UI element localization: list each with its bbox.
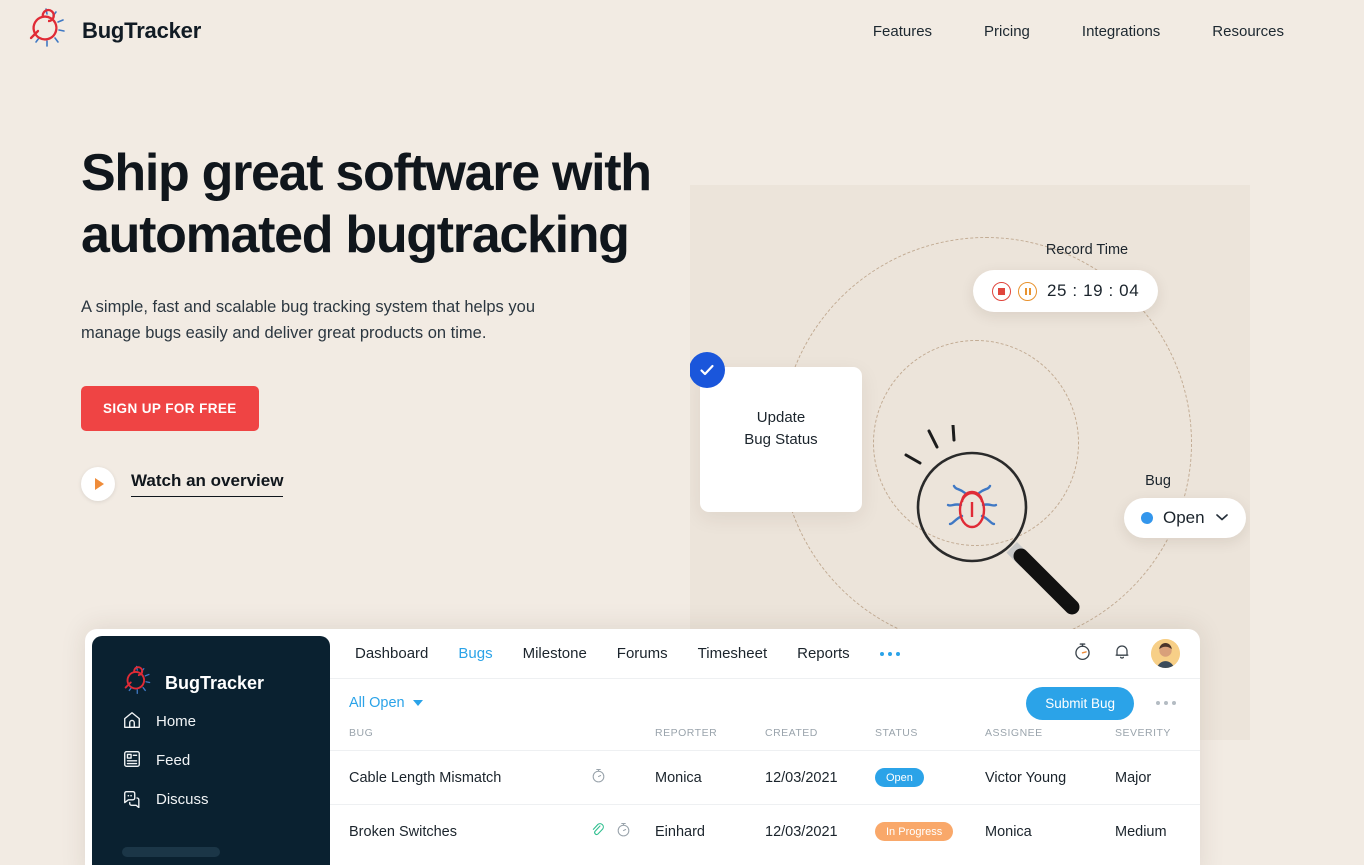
timer-value: 25 : 19 : 04 [1047, 281, 1140, 300]
sidebar-item-discuss[interactable]: Discuss [122, 780, 330, 819]
sidebar-brand-name: BugTracker [165, 673, 265, 693]
update-card-line1: Update [756, 409, 806, 426]
hero-section: Ship great software with automated bugtr… [81, 142, 701, 501]
pause-icon[interactable] [1018, 281, 1037, 301]
sidebar-item-feed[interactable]: Feed [122, 741, 330, 780]
record-time-label: Record Time [1045, 242, 1129, 258]
column-header-assignee: ASSIGNEE [985, 727, 1043, 739]
bug-status-dropdown[interactable]: Open [1124, 498, 1246, 538]
filter-label: All Open [349, 695, 405, 711]
column-header-created: CREATED [765, 727, 818, 739]
bell-icon[interactable] [1112, 641, 1132, 666]
sidebar-placeholder [122, 847, 220, 857]
cell-created: 12/03/2021 [765, 804, 875, 858]
cell-severity: Medium [1115, 804, 1200, 858]
more-options-icon[interactable] [1156, 701, 1176, 705]
bug-logo-icon [122, 665, 154, 702]
home-icon [122, 710, 142, 734]
cell-assignee: Victor Young [985, 750, 1115, 805]
caret-down-icon [412, 700, 423, 706]
record-timer-pill: 25 : 19 : 04 [973, 270, 1159, 312]
hero-subtitle: A simple, fast and scalable bug tracking… [81, 298, 535, 342]
sidebar-item-label: Discuss [156, 791, 209, 808]
play-icon[interactable] [81, 467, 115, 501]
cell-bug: Broken Switches [330, 804, 590, 858]
bug-table: BUG REPORTER CREATED STATUS ASSIGNEE SEV… [330, 727, 1200, 858]
hero-title-line2: automated bugtracking [81, 206, 630, 264]
cell-bug: Cable Length Mismatch [330, 750, 590, 805]
cell-severity: Major [1115, 750, 1200, 805]
brand-logo[interactable]: BugTracker [26, 7, 201, 56]
site-header: BugTracker Features Pricing Integrations… [0, 0, 1364, 62]
status-dot-icon [1141, 512, 1153, 524]
tab-dashboard[interactable]: Dashboard [355, 645, 428, 662]
timer-icon[interactable] [590, 767, 607, 788]
feed-icon [122, 749, 142, 773]
app-tab-bar: Dashboard Bugs Milestone Forums Timeshee… [330, 629, 1200, 679]
nav-item-features[interactable]: Features [873, 23, 932, 40]
tab-milestone[interactable]: Milestone [523, 645, 587, 662]
column-header-bug: BUG [349, 727, 374, 739]
discuss-icon [122, 788, 142, 812]
column-header-severity: SEVERITY [1115, 727, 1171, 739]
main-nav: Features Pricing Integrations Resources [873, 23, 1284, 40]
table-header-row: BUG REPORTER CREATED STATUS ASSIGNEE SEV… [330, 727, 1200, 751]
tab-timesheet[interactable]: Timesheet [698, 645, 767, 662]
brand-name: BugTracker [82, 18, 202, 43]
cell-assignee: Monica [985, 804, 1115, 858]
nav-item-pricing[interactable]: Pricing [984, 23, 1030, 40]
column-header-reporter: REPORTER [655, 727, 718, 739]
app-mockup: BugTracker Home Feed Discuss Dashboard B… [85, 629, 1200, 865]
sidebar-item-home[interactable]: Home [122, 702, 330, 741]
update-bug-status-card: Update Bug Status [690, 352, 862, 512]
chevron-down-icon [1215, 509, 1229, 527]
app-sidebar: BugTracker Home Feed Discuss [92, 636, 330, 865]
watch-overview[interactable]: Watch an overview [81, 467, 701, 501]
table-row[interactable]: Cable Length Mismatch Monica 12/03/2021 … [330, 750, 1200, 805]
hero-title-line1: Ship great software with [81, 144, 652, 202]
bug-status-label: Bug [1145, 473, 1171, 489]
check-icon [690, 352, 725, 388]
status-badge: In Progress [875, 822, 954, 841]
watch-overview-label[interactable]: Watch an overview [131, 471, 284, 497]
more-tabs-icon[interactable] [879, 651, 900, 656]
submit-bug-button[interactable]: Submit Bug [1026, 686, 1134, 720]
timer-icon[interactable] [1072, 641, 1093, 667]
cell-reporter: Monica [655, 750, 765, 805]
signup-button[interactable]: SIGN UP FOR FREE [81, 386, 259, 431]
tab-bugs[interactable]: Bugs [458, 645, 492, 662]
status-badge: Open [875, 768, 924, 787]
attachment-icon[interactable] [590, 822, 606, 842]
app-main: Dashboard Bugs Milestone Forums Timeshee… [330, 629, 1200, 865]
timer-icon[interactable] [615, 821, 632, 842]
tab-reports[interactable]: Reports [797, 645, 850, 662]
table-row[interactable]: Broken Switches Einhard 12/03/2021 In Pr… [330, 804, 1200, 858]
bug-logo-icon [26, 7, 70, 56]
page-title: Ship great software with automated bugtr… [81, 142, 701, 266]
magnifying-glass-icon [900, 423, 1100, 620]
filter-dropdown[interactable]: All Open [349, 695, 423, 711]
cell-reporter: Einhard [655, 804, 765, 858]
stop-icon[interactable] [992, 281, 1011, 301]
bug-filter-bar: All Open Submit Bug [330, 679, 1200, 727]
tab-forums[interactable]: Forums [617, 645, 668, 662]
sidebar-item-label: Feed [156, 752, 191, 769]
update-card-line2: Bug Status [744, 431, 818, 448]
avatar[interactable] [1151, 639, 1180, 668]
nav-item-resources[interactable]: Resources [1212, 23, 1284, 40]
column-header-status: STATUS [875, 727, 918, 739]
bug-status-value: Open [1163, 508, 1205, 527]
sidebar-brand: BugTracker [122, 665, 330, 702]
cell-created: 12/03/2021 [765, 750, 875, 805]
sidebar-item-label: Home [156, 713, 197, 730]
nav-item-integrations[interactable]: Integrations [1082, 23, 1160, 40]
